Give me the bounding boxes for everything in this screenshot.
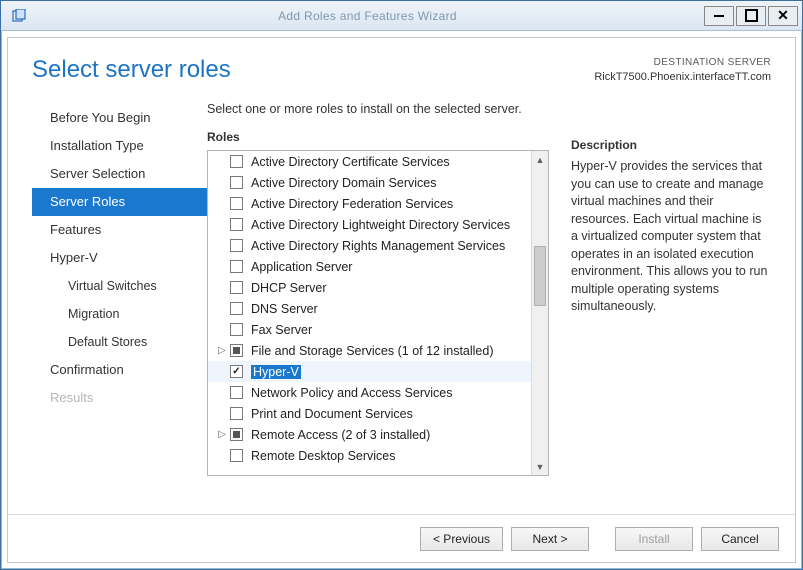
nav-hyper-v[interactable]: Hyper-V	[32, 244, 207, 272]
role-checkbox[interactable]	[230, 386, 243, 399]
role-row[interactable]: Active Directory Rights Management Servi…	[208, 235, 531, 256]
scroll-down-icon[interactable]: ▼	[532, 458, 548, 475]
titlebar: Add Roles and Features Wizard ✕	[1, 1, 802, 31]
expand-icon[interactable]: ▷	[216, 429, 228, 440]
scroll-track[interactable]	[532, 168, 548, 458]
role-checkbox[interactable]	[230, 281, 243, 294]
expand-icon[interactable]: ▷	[216, 345, 228, 356]
description-label: Description	[571, 138, 771, 152]
wizard-nav: Before You Begin Installation Type Serve…	[32, 90, 207, 506]
role-checkbox[interactable]	[230, 155, 243, 168]
role-row[interactable]: Active Directory Domain Services	[208, 172, 531, 193]
content-inner: Select server roles DESTINATION SERVER R…	[7, 37, 796, 563]
close-button[interactable]: ✕	[768, 6, 798, 26]
role-checkbox[interactable]	[230, 344, 243, 357]
footer: < Previous Next > Install Cancel	[8, 514, 795, 562]
role-checkbox[interactable]	[230, 302, 243, 315]
instruction-text: Select one or more roles to install on t…	[207, 102, 549, 116]
app-icon	[11, 8, 27, 24]
scroll-up-icon[interactable]: ▲	[532, 151, 548, 168]
role-label: Active Directory Lightweight Directory S…	[251, 218, 510, 232]
role-label: Remote Access (2 of 3 installed)	[251, 428, 430, 442]
role-label: Remote Desktop Services	[251, 449, 396, 463]
nav-default-stores[interactable]: Default Stores	[32, 328, 207, 356]
role-row[interactable]: Network Policy and Access Services	[208, 382, 531, 403]
role-checkbox[interactable]	[230, 449, 243, 462]
body-row: Before You Begin Installation Type Serve…	[8, 90, 795, 514]
destination-server: RickT7500.Phoenix.interfaceTT.com	[594, 70, 771, 85]
role-checkbox[interactable]	[230, 176, 243, 189]
nav-migration[interactable]: Migration	[32, 300, 207, 328]
role-label: Active Directory Federation Services	[251, 197, 453, 211]
role-row[interactable]: ▷ Remote Access (2 of 3 installed)	[208, 424, 531, 445]
nav-before-you-begin[interactable]: Before You Begin	[32, 104, 207, 132]
window-title: Add Roles and Features Wizard	[33, 9, 702, 23]
role-row[interactable]: Fax Server	[208, 319, 531, 340]
role-label: Active Directory Rights Management Servi…	[251, 239, 505, 253]
role-label: Application Server	[251, 260, 352, 274]
role-row[interactable]: Active Directory Certificate Services	[208, 151, 531, 172]
maximize-button[interactable]	[736, 6, 766, 26]
role-row[interactable]: Print and Document Services	[208, 403, 531, 424]
role-row[interactable]: Hyper-V	[208, 361, 531, 382]
role-row[interactable]: DNS Server	[208, 298, 531, 319]
role-label: File and Storage Services (1 of 12 insta…	[251, 344, 494, 358]
page-title: Select server roles	[32, 56, 231, 84]
role-checkbox[interactable]	[230, 260, 243, 273]
role-checkbox[interactable]	[230, 239, 243, 252]
roles-column: Select one or more roles to install on t…	[207, 92, 549, 506]
role-label: Hyper-V	[251, 365, 301, 379]
role-checkbox[interactable]	[230, 407, 243, 420]
description-column: Description Hyper-V provides the service…	[571, 92, 771, 506]
role-label: Active Directory Certificate Services	[251, 155, 450, 169]
role-checkbox[interactable]	[230, 428, 243, 441]
nav-results: Results	[32, 384, 207, 412]
next-button[interactable]: Next >	[511, 527, 589, 551]
role-label: DNS Server	[251, 302, 318, 316]
install-button: Install	[615, 527, 693, 551]
role-checkbox[interactable]	[230, 218, 243, 231]
roles-list: Active Directory Certificate Services Act…	[208, 151, 531, 475]
role-checkbox[interactable]	[230, 197, 243, 210]
wizard-window: Add Roles and Features Wizard ✕ Select s…	[0, 0, 803, 570]
roles-listbox[interactable]: Active Directory Certificate Services Act…	[207, 150, 549, 476]
destination-block: DESTINATION SERVER RickT7500.Phoenix.int…	[594, 56, 771, 84]
description-text: Hyper-V provides the services that you c…	[571, 158, 771, 316]
role-label: Network Policy and Access Services	[251, 386, 452, 400]
role-label: DHCP Server	[251, 281, 326, 295]
role-row[interactable]: Application Server	[208, 256, 531, 277]
role-checkbox[interactable]	[230, 323, 243, 336]
role-label: Fax Server	[251, 323, 312, 337]
role-label: Print and Document Services	[251, 407, 413, 421]
role-checkbox[interactable]	[230, 365, 243, 378]
role-row[interactable]: Active Directory Federation Services	[208, 193, 531, 214]
previous-button[interactable]: < Previous	[420, 527, 503, 551]
role-row[interactable]: ▷ File and Storage Services (1 of 12 inst…	[208, 340, 531, 361]
header-row: Select server roles DESTINATION SERVER R…	[8, 38, 795, 90]
role-row[interactable]: Remote Desktop Services	[208, 445, 531, 466]
role-label: Active Directory Domain Services	[251, 176, 436, 190]
scroll-thumb[interactable]	[534, 246, 546, 306]
role-row[interactable]: DHCP Server	[208, 277, 531, 298]
nav-installation-type[interactable]: Installation Type	[32, 132, 207, 160]
minimize-button[interactable]	[704, 6, 734, 26]
main-panel: Select one or more roles to install on t…	[207, 90, 771, 506]
cancel-button[interactable]: Cancel	[701, 527, 779, 551]
nav-server-roles[interactable]: Server Roles	[32, 188, 207, 216]
content-outer: Select server roles DESTINATION SERVER R…	[1, 31, 802, 569]
scrollbar[interactable]: ▲ ▼	[531, 151, 548, 475]
role-row[interactable]: Active Directory Lightweight Directory S…	[208, 214, 531, 235]
nav-server-selection[interactable]: Server Selection	[32, 160, 207, 188]
destination-label: DESTINATION SERVER	[594, 56, 771, 70]
window-buttons: ✕	[702, 6, 798, 26]
roles-label: Roles	[207, 130, 549, 144]
nav-features[interactable]: Features	[32, 216, 207, 244]
nav-virtual-switches[interactable]: Virtual Switches	[32, 272, 207, 300]
nav-confirmation[interactable]: Confirmation	[32, 356, 207, 384]
